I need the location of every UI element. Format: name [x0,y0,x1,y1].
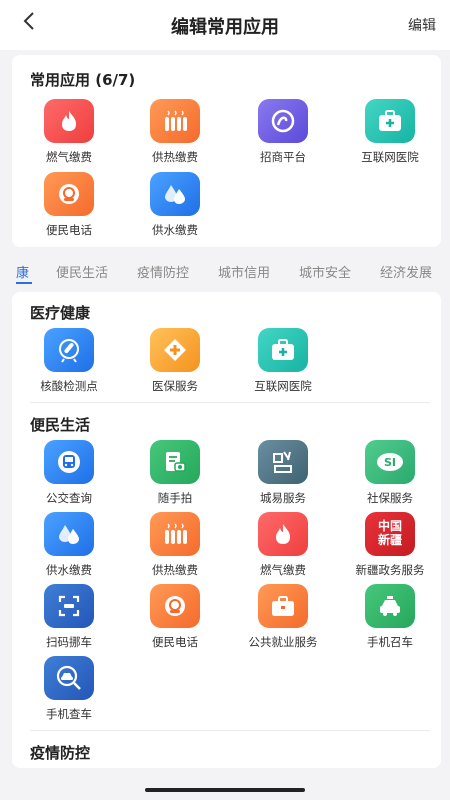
medical-kit-icon [258,328,308,372]
swirl-icon [258,99,308,143]
water-drop-icon [150,172,200,216]
home-indicator [145,788,305,792]
tab-safety[interactable]: 城市安全 [299,262,351,281]
radiator-icon [150,512,200,556]
app-car-search[interactable]: 手机查车 [19,656,119,722]
app-employment-service[interactable]: 公共就业服务 [233,584,333,650]
app-scan-move-car[interactable]: 扫码挪车 [19,584,119,650]
camera-doc-icon [150,440,200,484]
medical-kit-icon [365,99,415,143]
app-internet-hospital-2[interactable]: 互联网医院 [233,328,333,394]
car-search-icon [44,656,94,700]
app-call-taxi[interactable]: 手机召车 [340,584,440,650]
app-internet-hospital[interactable]: 互联网医院 [340,99,440,165]
edit-button[interactable]: 编辑 [408,15,436,35]
app-nucleic-test[interactable]: 核酸检测点 [19,328,119,394]
top-bar: 编辑常用应用 编辑 [0,0,450,50]
app-water-fee[interactable]: 供水缴费 [125,172,225,238]
app-water-fee-2[interactable]: 供水缴费 [19,512,119,578]
city-service-icon [258,440,308,484]
app-service-phone[interactable]: 便民电话 [19,172,119,238]
app-list-card: 医疗健康 核酸检测点 医保服务 互联网医院 便民生活 公交查询 随手拍 城易服务… [12,292,441,768]
page-title: 编辑常用应用 [171,17,279,38]
tab-health[interactable]: 康 [16,262,29,281]
tab-indicator [16,282,32,284]
xinjiang-gov-icon: 中国 新疆 [365,512,415,556]
app-service-phone-2[interactable]: 便民电话 [125,584,225,650]
app-snapshot[interactable]: 随手拍 [125,440,225,506]
app-city-service[interactable]: 城易服务 [233,440,333,506]
flame-icon [258,512,308,556]
app-social-security[interactable]: SI 社保服务 [340,440,440,506]
bus-icon [44,440,94,484]
tab-life[interactable]: 便民生活 [56,262,108,281]
water-drop-icon [44,512,94,556]
app-heating-fee[interactable]: 供热缴费 [125,99,225,165]
app-heating-fee-2[interactable]: 供热缴费 [125,512,225,578]
plus-cross-icon [150,328,200,372]
section-title-epidemic: 疫情防控 [30,744,91,762]
svg-text:SI: SI [384,456,396,469]
social-security-icon: SI [365,440,415,484]
flame-icon [44,99,94,143]
briefcase-icon [258,584,308,628]
app-gas-fee[interactable]: 燃气缴费 [19,99,119,165]
app-medical-insurance[interactable]: 医保服务 [125,328,225,394]
tab-economy[interactable]: 经济发展 [380,262,432,281]
tab-epidemic[interactable]: 疫情防控 [137,262,189,281]
taxi-icon [365,584,415,628]
section-title-life: 便民生活 [30,416,91,434]
section-title-medical: 医疗健康 [30,304,91,322]
radiator-icon [150,99,200,143]
favorites-card: 常用应用 (6/7) 燃气缴费 供热缴费 招商平台 互联网医院 便民电话 供水缴 [12,55,441,247]
phone-icon [150,584,200,628]
app-investment-platform[interactable]: 招商平台 [233,99,333,165]
favorites-title: 常用应用 (6/7) [30,71,136,89]
tab-credit[interactable]: 城市信用 [218,262,270,281]
phone-icon [44,172,94,216]
category-tabs: 康 便民生活 疫情防控 城市信用 城市安全 经济发展 [0,258,450,284]
scan-icon [44,584,94,628]
app-gas-fee-2[interactable]: 燃气缴费 [233,512,333,578]
app-xinjiang-gov[interactable]: 中国 新疆 新疆政务服务 [340,512,440,578]
section-divider [30,402,430,403]
app-bus-query[interactable]: 公交查询 [19,440,119,506]
section-divider-2 [30,730,430,731]
test-tube-icon [44,328,94,372]
